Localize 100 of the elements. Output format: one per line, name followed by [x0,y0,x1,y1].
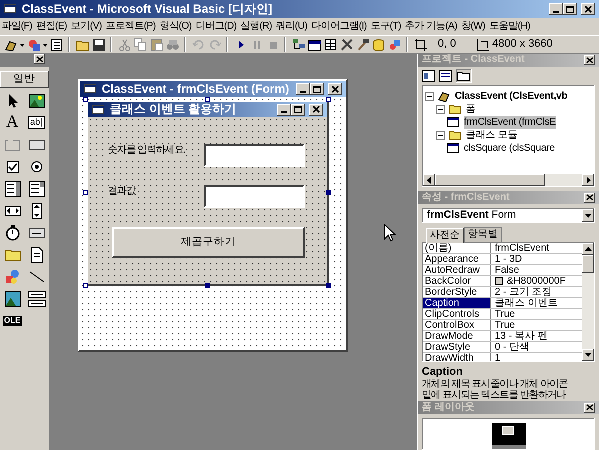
property-name[interactable]: DrawStyle [423,342,491,352]
property-name[interactable]: DrawWidth [423,353,491,361]
property-value[interactable]: 0 - 단색 [495,342,530,353]
toolbox-tab[interactable]: 일반 [0,71,49,88]
clipboard-icon[interactable] [150,38,164,52]
tree-item[interactable]: 클래스 모듈 [466,129,518,142]
stopwatch-icon[interactable] [6,224,20,241]
tree-item[interactable]: ClassEvent (ClsEvent,vb [455,90,568,104]
horizontal-scrollbar[interactable] [423,174,594,186]
shapes-icon[interactable] [4,268,20,285]
component-icon[interactable] [388,38,402,52]
shapes-icon[interactable] [27,38,41,52]
property-value[interactable]: &H8000000F [507,276,566,287]
property-value[interactable]: frmClsEvent [495,243,550,254]
maximize-button[interactable] [310,83,324,95]
listbox-icon[interactable] [28,180,44,197]
grid-icon[interactable] [324,38,338,52]
resize-handle[interactable] [326,283,331,288]
vscroll-icon[interactable] [32,202,42,219]
form-window[interactable]: 클래스 이벤트 활용하기 숫자를 입력하세요. 결과값 제곱구하기 [86,100,329,286]
resize-handle[interactable] [326,97,331,102]
menu-item[interactable]: 형식(O) [158,20,194,32]
property-name[interactable]: (이름) [423,243,491,254]
text-field[interactable] [204,144,305,167]
menu-item[interactable]: 실행(R) [238,20,274,32]
menu-icon[interactable] [50,38,64,52]
property-name[interactable]: ControlBox [423,320,491,330]
property-tab[interactable]: 항목별 [464,227,502,242]
menu-item[interactable]: 디버그(D) [194,20,239,32]
scroll-down-button[interactable] [582,348,594,361]
scroll-up-button[interactable] [582,243,594,256]
menu-item[interactable]: 쿼리(U) [274,20,310,32]
property-value[interactable]: 13 - 복사 펜 [495,330,548,342]
menu-item[interactable]: 보기(V) [69,20,104,32]
radio-icon[interactable] [30,160,42,173]
combobox-icon[interactable] [4,180,20,197]
menu-item[interactable]: 추가 기능(A) [403,20,460,32]
hscroll-icon[interactable] [4,206,20,216]
square-button[interactable]: 제곱구하기 [112,227,305,258]
menu-item[interactable]: 창(W) [459,20,488,32]
picture-icon[interactable] [28,94,44,108]
maximize-button[interactable] [291,104,305,116]
menu-item[interactable]: 다이어그램(I) [309,20,369,32]
menu-item[interactable]: 파일(F) [0,20,34,32]
file-icon[interactable] [30,246,42,263]
hammer-icon[interactable] [356,38,370,52]
resize-handle[interactable] [204,283,210,288]
property-value[interactable]: 클래스 이벤트 [495,298,558,309]
line-icon[interactable] [28,270,44,283]
scrollbar-thumb[interactable] [435,174,545,186]
property-name[interactable]: ClipControls [423,309,491,320]
property-value[interactable]: 1 [495,352,501,361]
textbox-tool[interactable]: ab| [28,116,45,129]
property-tab[interactable]: 사전순 [426,228,464,244]
copy-icon[interactable] [134,38,148,52]
scrollbar-thumb[interactable] [582,255,594,274]
label-tool[interactable]: A [6,112,19,133]
property-value[interactable]: True [495,320,516,331]
close-button[interactable] [34,54,45,64]
collapse-icon[interactable] [436,105,445,114]
folder-icon[interactable] [4,248,20,262]
checkbox-icon[interactable] [6,160,18,173]
property-name[interactable]: BackColor [423,276,491,286]
property-name[interactable]: BorderStyle [423,287,491,298]
drive-icon[interactable] [28,228,44,238]
maximize-button[interactable] [563,3,577,15]
database-icon[interactable] [372,38,386,52]
property-name[interactable]: Appearance [423,254,491,264]
button-icon[interactable] [28,140,44,150]
property-name[interactable]: Caption [423,298,491,308]
ole-tool[interactable]: OLE [3,316,22,326]
property-name[interactable]: AutoRedraw [423,265,491,276]
menu-item[interactable]: 편집(E) [34,20,70,32]
tree-icon[interactable] [292,38,306,52]
menu-item[interactable]: 도움말(H) [487,20,532,32]
scroll-left-button[interactable] [423,174,435,186]
text-field[interactable] [204,185,305,208]
window-icon[interactable] [308,38,322,52]
menu-item[interactable]: 프로젝트(P) [104,20,158,32]
property-name[interactable]: DrawMode [423,331,491,342]
image-icon[interactable] [4,290,20,307]
property-value[interactable]: True [495,308,516,320]
resize-handle[interactable] [204,97,210,102]
property-value[interactable]: 1 - 3D [495,254,522,265]
collapse-icon[interactable] [436,131,445,140]
minimize-button[interactable] [277,104,291,116]
view-code-icon[interactable] [422,70,435,82]
resize-handle[interactable] [83,190,88,195]
tree-item[interactable]: 폼 [466,103,476,116]
resize-handle[interactable] [83,283,88,288]
toggle-folders-button[interactable] [456,69,472,84]
minimize-button[interactable] [296,83,310,95]
collapse-icon[interactable] [425,92,434,102]
tools-icon[interactable] [340,38,354,52]
vertical-scrollbar[interactable] [582,243,594,361]
resize-handle[interactable] [83,97,88,102]
property-value[interactable]: 2 - 크기 조정 [495,286,552,298]
tree-item[interactable]: clsSquare (clsSquare [464,142,556,156]
object-dropdown[interactable]: frmClsEvent Form [422,208,595,224]
property-value[interactable]: False [495,264,520,276]
